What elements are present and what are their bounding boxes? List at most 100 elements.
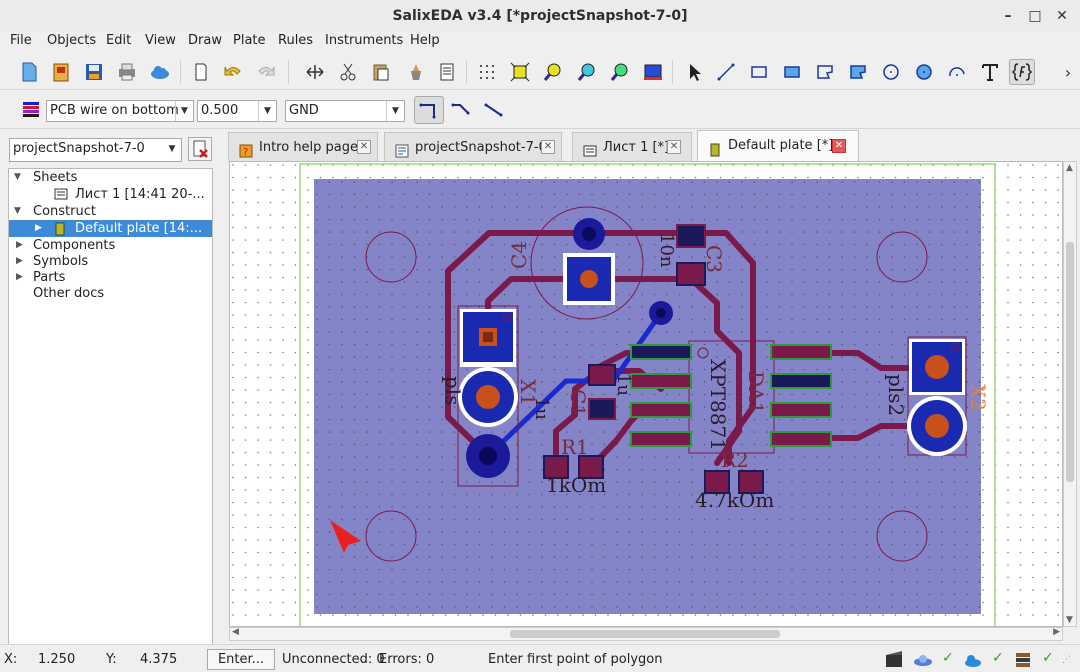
clean-icon[interactable] bbox=[403, 59, 429, 85]
line-icon[interactable] bbox=[713, 59, 739, 85]
label-r1: R1 bbox=[561, 435, 589, 459]
title-bar: SalixEDA v3.4 [*projectSnapshot-7-0] – □… bbox=[0, 0, 1080, 32]
plate-icon bbox=[54, 222, 66, 236]
menu-edit[interactable]: Edit bbox=[106, 33, 131, 48]
wire-45-mode-icon[interactable] bbox=[448, 97, 474, 123]
cloud-sync-icon[interactable] bbox=[962, 649, 984, 671]
width-select[interactable]: 0.500 ▼ bbox=[197, 100, 277, 122]
resize-grip-icon[interactable]: ⋰ bbox=[1062, 655, 1074, 667]
circle-icon[interactable] bbox=[878, 59, 904, 85]
zoom-fit-icon[interactable] bbox=[507, 59, 533, 85]
menu-rules[interactable]: Rules bbox=[278, 33, 313, 48]
cut-icon[interactable] bbox=[335, 59, 361, 85]
mirror-icon[interactable] bbox=[302, 59, 328, 85]
zoom-out-icon[interactable] bbox=[574, 59, 600, 85]
chevron-up-icon[interactable]: ▲ bbox=[1066, 163, 1073, 173]
board-3d-icon[interactable] bbox=[640, 59, 666, 85]
layer-select[interactable]: PCB wire on bottom ▼ bbox=[46, 100, 194, 122]
project-tree: ▼ Sheets Лист 1 [14:41 20-... ▼ Construct … bbox=[8, 168, 213, 665]
redo-icon[interactable] bbox=[253, 59, 279, 85]
status-bar: X: 1.250 Y: 4.375 Enter... Unconnected: … bbox=[0, 644, 1080, 672]
close-icon[interactable]: ✕ bbox=[667, 140, 681, 154]
minimize-button[interactable]: – bbox=[996, 4, 1020, 28]
menu-help[interactable]: Help bbox=[410, 33, 440, 48]
open-project-icon[interactable] bbox=[48, 59, 74, 85]
menu-view[interactable]: View bbox=[145, 33, 176, 48]
wire-ortho-mode-icon[interactable] bbox=[414, 96, 444, 124]
chevron-left-icon[interactable]: ◀ bbox=[232, 627, 239, 637]
tab-label: Лист 1 [*] bbox=[603, 140, 670, 155]
filled-rect-icon[interactable] bbox=[779, 59, 805, 85]
close-project-icon[interactable] bbox=[188, 137, 212, 161]
pcb-drawing[interactable]: C4 C3 10n pls X1 C1 1u 1u R1 1kOm DA1 XP… bbox=[230, 162, 1063, 627]
save-icon[interactable] bbox=[81, 59, 107, 85]
tree-item-sheets[interactable]: ▼ Sheets bbox=[9, 169, 212, 186]
zoom-window-icon[interactable] bbox=[607, 59, 633, 85]
tree-item-components[interactable]: ▶ Components bbox=[9, 237, 212, 254]
ufo-icon[interactable] bbox=[912, 649, 934, 671]
menu-draw[interactable]: Draw bbox=[188, 33, 222, 48]
chevron-right-icon: ▶ bbox=[16, 272, 23, 282]
menu-file[interactable]: File bbox=[10, 33, 32, 48]
film-icon[interactable] bbox=[883, 649, 905, 671]
tree-item-default-plate[interactable]: ▶ Default plate [14:... bbox=[9, 220, 212, 237]
print-icon[interactable] bbox=[114, 59, 140, 85]
vertical-scrollbar[interactable]: ▲ ▼ bbox=[1063, 161, 1077, 627]
close-icon[interactable]: ✕ bbox=[357, 140, 371, 154]
undo-icon[interactable] bbox=[220, 59, 246, 85]
select-icon[interactable] bbox=[681, 59, 707, 85]
rect-icon[interactable] bbox=[746, 59, 772, 85]
properties-icon[interactable] bbox=[434, 59, 460, 85]
chevron-right-icon: ▶ bbox=[16, 240, 23, 250]
pcb-canvas[interactable]: C4 C3 10n pls X1 C1 1u 1u R1 1kOm DA1 XP… bbox=[229, 161, 1063, 627]
tree-item-other-docs[interactable]: Other docs bbox=[9, 285, 212, 302]
layer-select-value: PCB wire on bottom bbox=[50, 103, 179, 118]
close-icon[interactable]: ✕ bbox=[541, 140, 555, 154]
menu-instruments[interactable]: Instruments bbox=[325, 33, 403, 48]
close-icon[interactable]: ✕ bbox=[832, 139, 846, 153]
horizontal-scrollbar[interactable]: ◀ ▶ bbox=[229, 627, 1063, 641]
tab-default-plate[interactable]: Default plate [*] ✕ bbox=[697, 130, 859, 161]
chevron-down-icon[interactable]: ▼ bbox=[1066, 615, 1073, 625]
errors-count: Errors: 0 bbox=[379, 652, 435, 667]
library-icon[interactable] bbox=[1012, 649, 1034, 671]
arc-icon[interactable] bbox=[944, 59, 970, 85]
filled-polygon-icon[interactable] bbox=[845, 59, 871, 85]
new-file-icon[interactable] bbox=[16, 59, 42, 85]
tree-item-parts[interactable]: ▶ Parts bbox=[9, 269, 212, 286]
chevron-right-icon[interactable]: ▶ bbox=[1053, 627, 1060, 637]
new-sheet-icon[interactable] bbox=[188, 59, 214, 85]
text-icon[interactable] bbox=[977, 59, 1003, 85]
x-label: X: bbox=[4, 652, 18, 667]
check-icon: ✓ bbox=[942, 650, 954, 666]
scrollbar-thumb[interactable] bbox=[510, 630, 780, 638]
wire-free-mode-icon[interactable] bbox=[481, 97, 507, 123]
cloud-icon[interactable] bbox=[147, 59, 173, 85]
project-select[interactable]: projectSnapshot-7-0 ▼ bbox=[9, 138, 182, 162]
grid-icon[interactable] bbox=[474, 59, 500, 85]
enter-coordinates-button[interactable]: Enter... bbox=[207, 649, 275, 670]
y-value: 4.375 bbox=[140, 652, 178, 667]
close-button[interactable]: ✕ bbox=[1050, 4, 1074, 28]
filled-circle-icon[interactable] bbox=[911, 59, 937, 85]
polygon-icon[interactable] bbox=[812, 59, 838, 85]
tab-intro-help[interactable]: ? Intro help page ✕ bbox=[228, 132, 378, 161]
menu-plate[interactable]: Plate bbox=[233, 33, 266, 48]
chevron-right-icon: ▶ bbox=[35, 223, 42, 233]
maximize-button[interactable]: □ bbox=[1023, 4, 1047, 28]
zoom-in-icon[interactable] bbox=[540, 59, 566, 85]
tree-item-symbols[interactable]: ▶ Symbols bbox=[9, 253, 212, 270]
field-icon[interactable] bbox=[1009, 59, 1035, 85]
paste-icon[interactable] bbox=[368, 59, 394, 85]
label-x2: X2 bbox=[966, 384, 990, 411]
scrollbar-thumb[interactable] bbox=[1066, 242, 1074, 482]
toolbar-more-button[interactable]: › bbox=[1060, 59, 1076, 85]
tree-item-construct[interactable]: ▼ Construct bbox=[9, 203, 212, 220]
width-select-value: 0.500 bbox=[201, 103, 239, 118]
menu-objects[interactable]: Objects bbox=[47, 33, 96, 48]
label-r2: R2 bbox=[721, 448, 749, 472]
net-select[interactable]: GND ▼ bbox=[285, 100, 405, 122]
tab-sheet1[interactable]: Лист 1 [*] ✕ bbox=[572, 132, 692, 161]
tree-item-sheet1[interactable]: Лист 1 [14:41 20-... bbox=[9, 186, 212, 203]
tab-project[interactable]: projectSnapshot-7-0 ✕ bbox=[384, 132, 562, 161]
